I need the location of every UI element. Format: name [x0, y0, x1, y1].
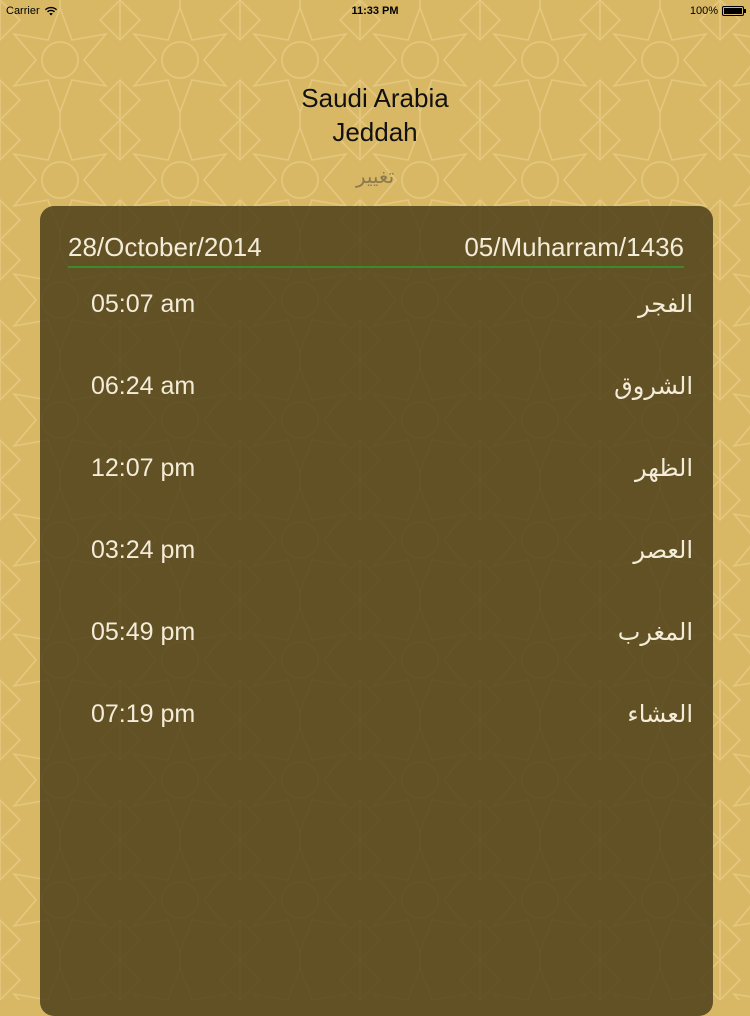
prayer-row-dhuhr: 12:07 pm الظهر [40, 446, 713, 528]
status-right: 100% [689, 5, 746, 17]
battery-percentage: 100% [689, 5, 718, 17]
hijri-date: 05/Muharram/1436 [464, 232, 684, 262]
battery-icon [722, 6, 746, 16]
prayer-list: 05:07 am الفجر 06:24 am الشروق 12:07 pm … [40, 282, 713, 774]
location-country: Saudi Arabia [301, 83, 449, 113]
gregorian-date: 28/October/2014 [68, 232, 262, 262]
prayer-name: الشروق [614, 372, 693, 400]
prayer-times-panel: 28/October/2014 05/Muharram/1436 05:07 a… [40, 206, 713, 1016]
battery-level [724, 8, 742, 14]
prayer-time: 07:19 pm [91, 700, 196, 728]
change-location-button[interactable]: تغيير [325, 164, 425, 188]
prayer-time: 12:07 pm [91, 454, 196, 482]
prayer-time: 06:24 am [91, 372, 196, 400]
prayer-time: 03:24 pm [91, 536, 196, 564]
status-bar: Carrier 11:33 PM 100% [0, 0, 750, 22]
prayer-time: 05:49 pm [91, 618, 196, 646]
prayer-name: الظهر [635, 454, 693, 482]
prayer-row-asr: 03:24 pm العصر [40, 528, 713, 610]
prayer-name: العشاء [627, 700, 693, 728]
status-time: 11:33 PM [351, 5, 399, 17]
prayer-row-fajr: 05:07 am الفجر [40, 282, 713, 364]
prayer-name: المغرب [617, 618, 693, 646]
prayer-name: العصر [633, 536, 693, 564]
date-row: 28/October/2014 05/Muharram/1436 [68, 230, 684, 268]
location-city: Jeddah [332, 117, 418, 147]
prayer-row-maghrib: 05:49 pm المغرب [40, 610, 713, 692]
prayer-row-sunrise: 06:24 am الشروق [40, 364, 713, 446]
prayer-row-isha: 07:19 pm العشاء [40, 692, 713, 774]
prayer-time: 05:07 am [91, 290, 196, 318]
prayer-name: الفجر [638, 290, 693, 318]
